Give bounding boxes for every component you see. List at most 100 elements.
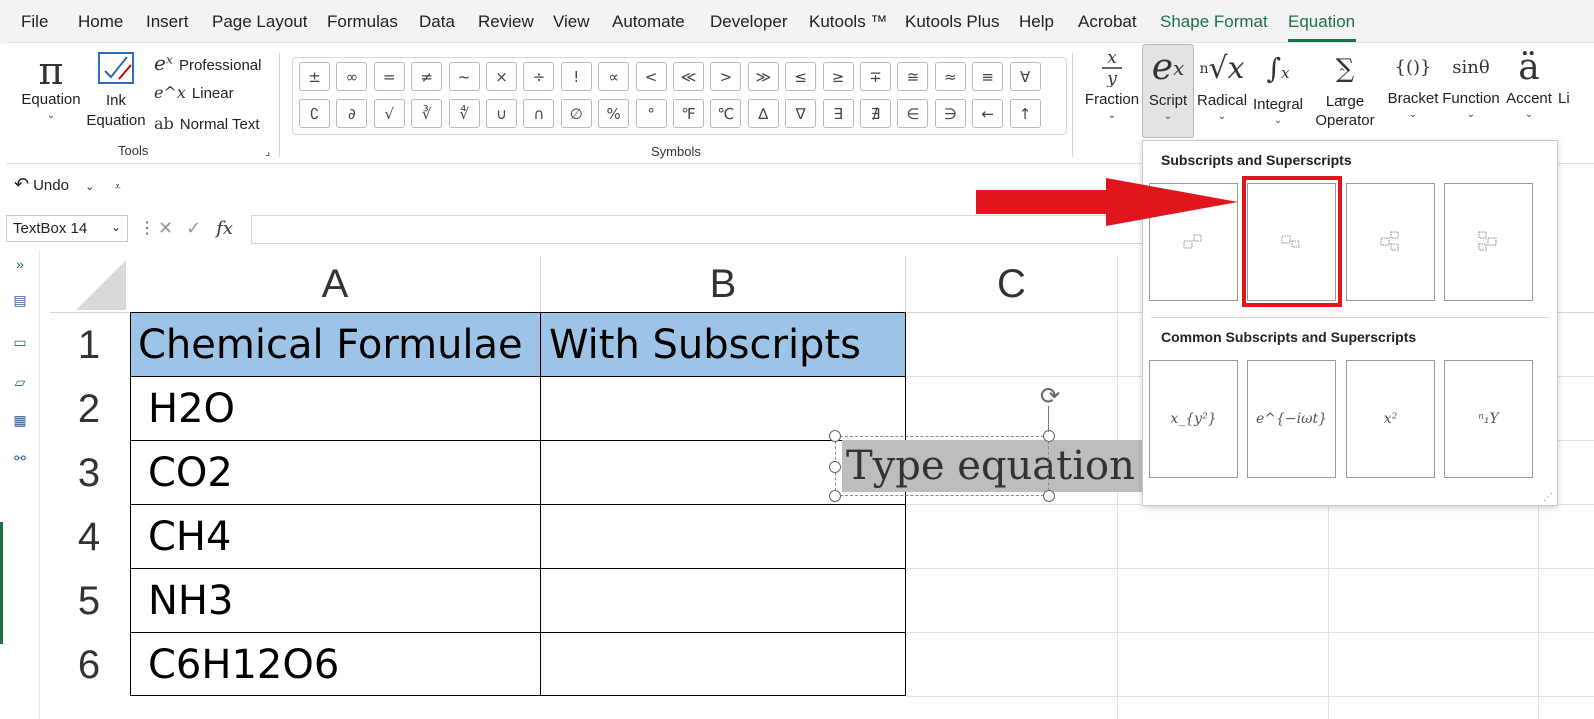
symbol-button[interactable]: ℃ — [710, 99, 742, 128]
function-button[interactable]: sinθ Function ⌄ — [1442, 46, 1500, 120]
form-icon[interactable]: ▭ — [9, 334, 31, 352]
symbol-button[interactable]: ∇ — [785, 99, 817, 128]
chevron-down-icon[interactable]: ⌄ — [111, 220, 121, 234]
symbol-button[interactable]: ± — [299, 62, 330, 91]
symbol-button[interactable]: ! — [560, 62, 592, 91]
integral-button[interactable]: ∫x Integral ⌄ — [1250, 46, 1306, 126]
symbol-button[interactable]: ∩ — [523, 99, 555, 128]
name-box[interactable]: TextBox 14 ⌄ — [6, 215, 128, 242]
linear-button[interactable]: e^x Linear — [154, 83, 234, 102]
symbol-button[interactable]: ∀ — [1009, 62, 1041, 91]
tab-file[interactable]: File — [21, 12, 48, 32]
cancel-icon[interactable]: ✕ — [158, 218, 173, 238]
tab-data[interactable]: Data — [419, 12, 455, 32]
symbol-button[interactable]: ∅ — [560, 99, 592, 128]
symbol-button[interactable]: ≪ — [673, 62, 704, 91]
row-header-1[interactable]: 1 — [50, 313, 128, 377]
professional-button[interactable]: eˣ Professional — [154, 51, 261, 75]
symbol-button[interactable]: = — [373, 62, 405, 91]
symbol-button[interactable]: ∛ — [411, 99, 443, 128]
row-header-5[interactable]: 5 — [50, 569, 128, 633]
symbol-button[interactable]: ∜ — [448, 99, 480, 128]
symbol-button[interactable]: ∂ — [336, 99, 368, 128]
row-header-4[interactable]: 4 — [50, 505, 128, 569]
insert-function-icon[interactable]: fx — [216, 218, 233, 239]
symbol-button[interactable]: ∝ — [598, 62, 630, 91]
symbol-button[interactable]: ∄ — [860, 99, 891, 128]
column-header-a[interactable]: A — [130, 256, 541, 312]
symbol-button[interactable]: ∋ — [934, 99, 966, 128]
customize-icon[interactable]: ⩡ — [115, 181, 121, 193]
common-script-1[interactable]: x_{y²} — [1149, 360, 1238, 478]
rotate-handle-icon[interactable]: ⟳ — [1036, 382, 1064, 410]
resize-grip-icon[interactable]: ⋰ — [1543, 492, 1553, 503]
symbol-button[interactable]: ° — [635, 99, 667, 128]
resize-handle[interactable] — [829, 430, 841, 442]
cell-a5[interactable]: NH3 — [130, 569, 233, 633]
resize-handle[interactable] — [1043, 430, 1055, 442]
tab-developer[interactable]: Developer — [710, 12, 788, 32]
radical-button[interactable]: n√x Radical ⌄ — [1197, 46, 1247, 122]
tab-equation[interactable]: Equation — [1288, 12, 1355, 32]
symbol-button[interactable]: ℉ — [673, 99, 704, 128]
symbol-button[interactable]: × — [486, 62, 517, 91]
cell-a6[interactable]: C6H12O6 — [130, 633, 339, 697]
tab-formulas[interactable]: Formulas — [327, 12, 398, 32]
layers-icon[interactable]: ▱ — [9, 374, 31, 392]
more-icon[interactable]: ⋮ — [139, 218, 155, 238]
symbol-button[interactable]: √ — [373, 99, 405, 128]
symbol-button[interactable]: ∓ — [860, 62, 891, 91]
common-script-4[interactable]: ⁿ₁Y — [1444, 360, 1533, 478]
undo-button[interactable]: ↶ Undo ⌄ ⩡ — [14, 174, 121, 195]
symbol-button[interactable]: ∈ — [897, 99, 929, 128]
select-all-corner[interactable] — [72, 256, 128, 312]
symbol-button[interactable]: ≥ — [822, 62, 854, 91]
tab-shape-format[interactable]: Shape Format — [1160, 12, 1268, 32]
expand-icon[interactable]: » — [9, 256, 31, 274]
common-script-2[interactable]: e^{−iωt} — [1247, 360, 1336, 478]
tab-kutools[interactable]: Kutools ™ — [809, 12, 887, 32]
symbol-button[interactable]: ≫ — [747, 62, 779, 91]
sheet-icon[interactable]: ▤ — [9, 292, 31, 310]
symbol-button[interactable]: ~ — [448, 62, 480, 91]
left-sub-superscript-template[interactable] — [1444, 183, 1533, 301]
accent-button[interactable]: ä Accent ⌄ — [1502, 46, 1556, 120]
row-header-3[interactable]: 3 — [50, 441, 128, 505]
symbol-button[interactable]: ≡ — [972, 62, 1004, 91]
resize-handle[interactable] — [829, 490, 841, 502]
resize-handle[interactable] — [1043, 490, 1055, 502]
tab-insert[interactable]: Insert — [146, 12, 189, 32]
tab-kutools-plus[interactable]: Kutools Plus — [905, 12, 1000, 32]
tab-view[interactable]: View — [553, 12, 590, 32]
equation-button[interactable]: π Equation ⌄ — [20, 51, 82, 121]
symbol-button[interactable]: ≠ — [411, 62, 443, 91]
enter-icon[interactable]: ✓ — [186, 218, 201, 238]
row-header-2[interactable]: 2 — [50, 377, 128, 441]
symbol-button[interactable]: ≤ — [785, 62, 817, 91]
symbol-button[interactable]: ← — [972, 99, 1004, 128]
column-header-b[interactable]: B — [541, 256, 906, 312]
column-header-c[interactable]: C — [906, 256, 1118, 312]
sub-superscript-template[interactable] — [1346, 183, 1435, 301]
dialog-launcher-icon[interactable]: ⌟ — [265, 145, 270, 158]
table-icon[interactable]: ▦ — [9, 412, 31, 430]
normal-text-button[interactable]: ab Normal Text — [154, 114, 260, 133]
cell-b1[interactable]: With Subscripts — [541, 313, 861, 377]
cell-a3[interactable]: CO2 — [130, 441, 233, 505]
tab-page-layout[interactable]: Page Layout — [212, 12, 307, 32]
symbol-button[interactable]: < — [635, 62, 667, 91]
limit-button[interactable]: Li — [1558, 90, 1594, 107]
symbol-button[interactable]: ∞ — [336, 62, 368, 91]
ink-equation-button[interactable]: Ink Equation — [86, 51, 146, 131]
cell-a4[interactable]: CH4 — [130, 505, 231, 569]
cell-a2[interactable]: H2O — [130, 377, 235, 441]
symbol-button[interactable]: ∃ — [822, 99, 854, 128]
symbol-button[interactable]: ∪ — [486, 99, 517, 128]
fraction-button[interactable]: x y Fraction ⌄ — [1082, 47, 1142, 121]
tab-acrobat[interactable]: Acrobat — [1078, 12, 1137, 32]
tab-home[interactable]: Home — [78, 12, 123, 32]
large-operator-button[interactable]: ∑ Large Operator — [1308, 46, 1382, 130]
binoculars-icon[interactable]: ⚯ — [9, 450, 31, 468]
cell-a1[interactable]: Chemical Formulae — [130, 313, 523, 377]
chevron-down-icon[interactable]: ⌄ — [85, 181, 94, 193]
